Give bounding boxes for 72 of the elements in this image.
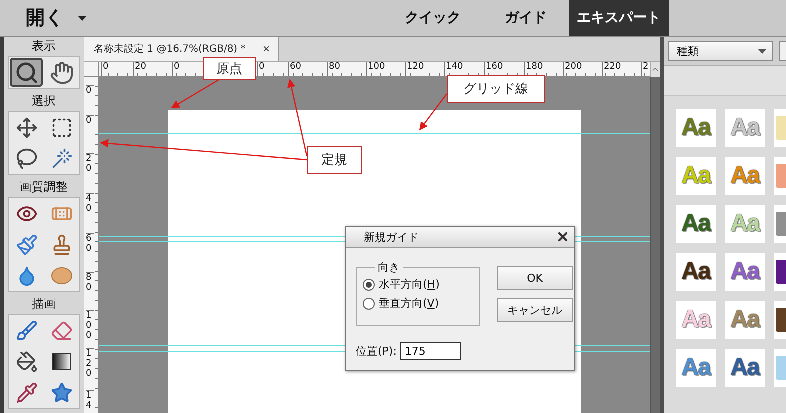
mode-tab[interactable]: ガイド bbox=[483, 0, 569, 36]
ruler-label: 120 bbox=[405, 62, 424, 76]
type-dropdown[interactable]: 種類 bbox=[668, 41, 773, 61]
annotation-callout: 定規 bbox=[307, 146, 362, 174]
ruler-label: 100 bbox=[366, 62, 386, 76]
ruler-label: 60 bbox=[288, 62, 302, 76]
ruler-label: 200 bbox=[563, 62, 582, 76]
ok-button[interactable]: OK bbox=[497, 266, 573, 290]
ruler-label: 80 bbox=[86, 272, 94, 293]
ruler-label: 220 bbox=[602, 62, 622, 76]
ruler-label: 0 bbox=[172, 62, 180, 76]
caret-icon bbox=[758, 48, 767, 54]
mode-tab[interactable]: クイック bbox=[383, 0, 483, 36]
gradient-icon bbox=[52, 352, 72, 370]
radio-label: 水平方向(H) bbox=[379, 277, 440, 292]
annotation-callout: グリッド線 bbox=[447, 75, 545, 103]
position-label: 位置(P): bbox=[356, 344, 397, 358]
document-tab[interactable]: 名称未設定 1 @16.7%(RGB/8) * × bbox=[84, 37, 279, 61]
group-label: 向き bbox=[377, 260, 401, 275]
pipette-icon bbox=[16, 382, 38, 404]
caret-icon[interactable] bbox=[78, 16, 87, 21]
section-label: 表示 bbox=[31, 38, 57, 55]
ruler-label: 120 bbox=[86, 348, 94, 379]
dashed-rectangle-icon bbox=[50, 116, 72, 138]
ruler-label: 0 bbox=[257, 62, 265, 76]
mode-tab[interactable]: エキスパート bbox=[569, 0, 669, 36]
position-field[interactable]: 175 bbox=[400, 342, 461, 360]
star-icon bbox=[50, 382, 72, 404]
sponge-icon bbox=[50, 266, 72, 284]
open-menu-button[interactable]: 開く bbox=[0, 0, 64, 36]
close-icon[interactable] bbox=[556, 230, 570, 244]
ruler-label: 2 bbox=[641, 62, 649, 76]
section-label: 選択 bbox=[31, 93, 57, 110]
annotation-arrow bbox=[420, 94, 448, 131]
text-style-tile[interactable]: Aa bbox=[676, 109, 716, 147]
scrollbar[interactable] bbox=[650, 77, 660, 413]
ruler-label: 20 bbox=[133, 62, 146, 76]
annotation-arrow bbox=[171, 79, 220, 109]
lasso-icon bbox=[16, 148, 38, 170]
section-label: 画質調整 bbox=[19, 179, 69, 196]
paintbrush-icon bbox=[16, 234, 38, 256]
ruler-label: 80 bbox=[327, 62, 340, 76]
cancel-button[interactable]: キャンセル bbox=[497, 298, 573, 322]
hand-icon bbox=[50, 60, 74, 84]
document-title: 名称未設定 1 @16.7%(RGB/8) * bbox=[94, 42, 246, 56]
brush-icon bbox=[16, 320, 38, 342]
annotation-callout: 原点 bbox=[203, 57, 256, 80]
tool-button[interactable] bbox=[10, 58, 43, 87]
dialog-title: 新規ガイド bbox=[364, 230, 419, 244]
ruler-label: 0 bbox=[86, 115, 94, 126]
section-label: 描画 bbox=[31, 296, 57, 313]
radio-label: 垂直方向(V) bbox=[379, 296, 440, 311]
ruler-label: 100 bbox=[86, 310, 94, 341]
ruler-label: 0 bbox=[101, 62, 109, 76]
ruler-label: 14 bbox=[86, 390, 94, 411]
radio-button[interactable] bbox=[363, 278, 375, 290]
ruler-label: 0 bbox=[86, 85, 94, 96]
ruler-label: 20 bbox=[86, 153, 94, 174]
paint-bucket-icon bbox=[16, 350, 38, 372]
text-style-tile[interactable]: Aa bbox=[725, 349, 765, 387]
search-icon bbox=[14, 60, 38, 84]
radio-button[interactable] bbox=[363, 298, 375, 310]
wand-icon bbox=[50, 148, 72, 170]
ruler-label: 60 bbox=[86, 233, 94, 254]
text-style-tile[interactable]: Aa bbox=[676, 253, 716, 291]
scroll-up-button[interactable] bbox=[650, 62, 660, 77]
ruler-label: 40 bbox=[86, 193, 94, 214]
text-style-tile[interactable]: Aa bbox=[676, 205, 716, 243]
move-icon bbox=[16, 116, 38, 138]
close-tab-button[interactable]: × bbox=[262, 42, 270, 56]
eraser-icon bbox=[50, 320, 72, 342]
text-style-tile[interactable]: Aa bbox=[725, 253, 765, 291]
